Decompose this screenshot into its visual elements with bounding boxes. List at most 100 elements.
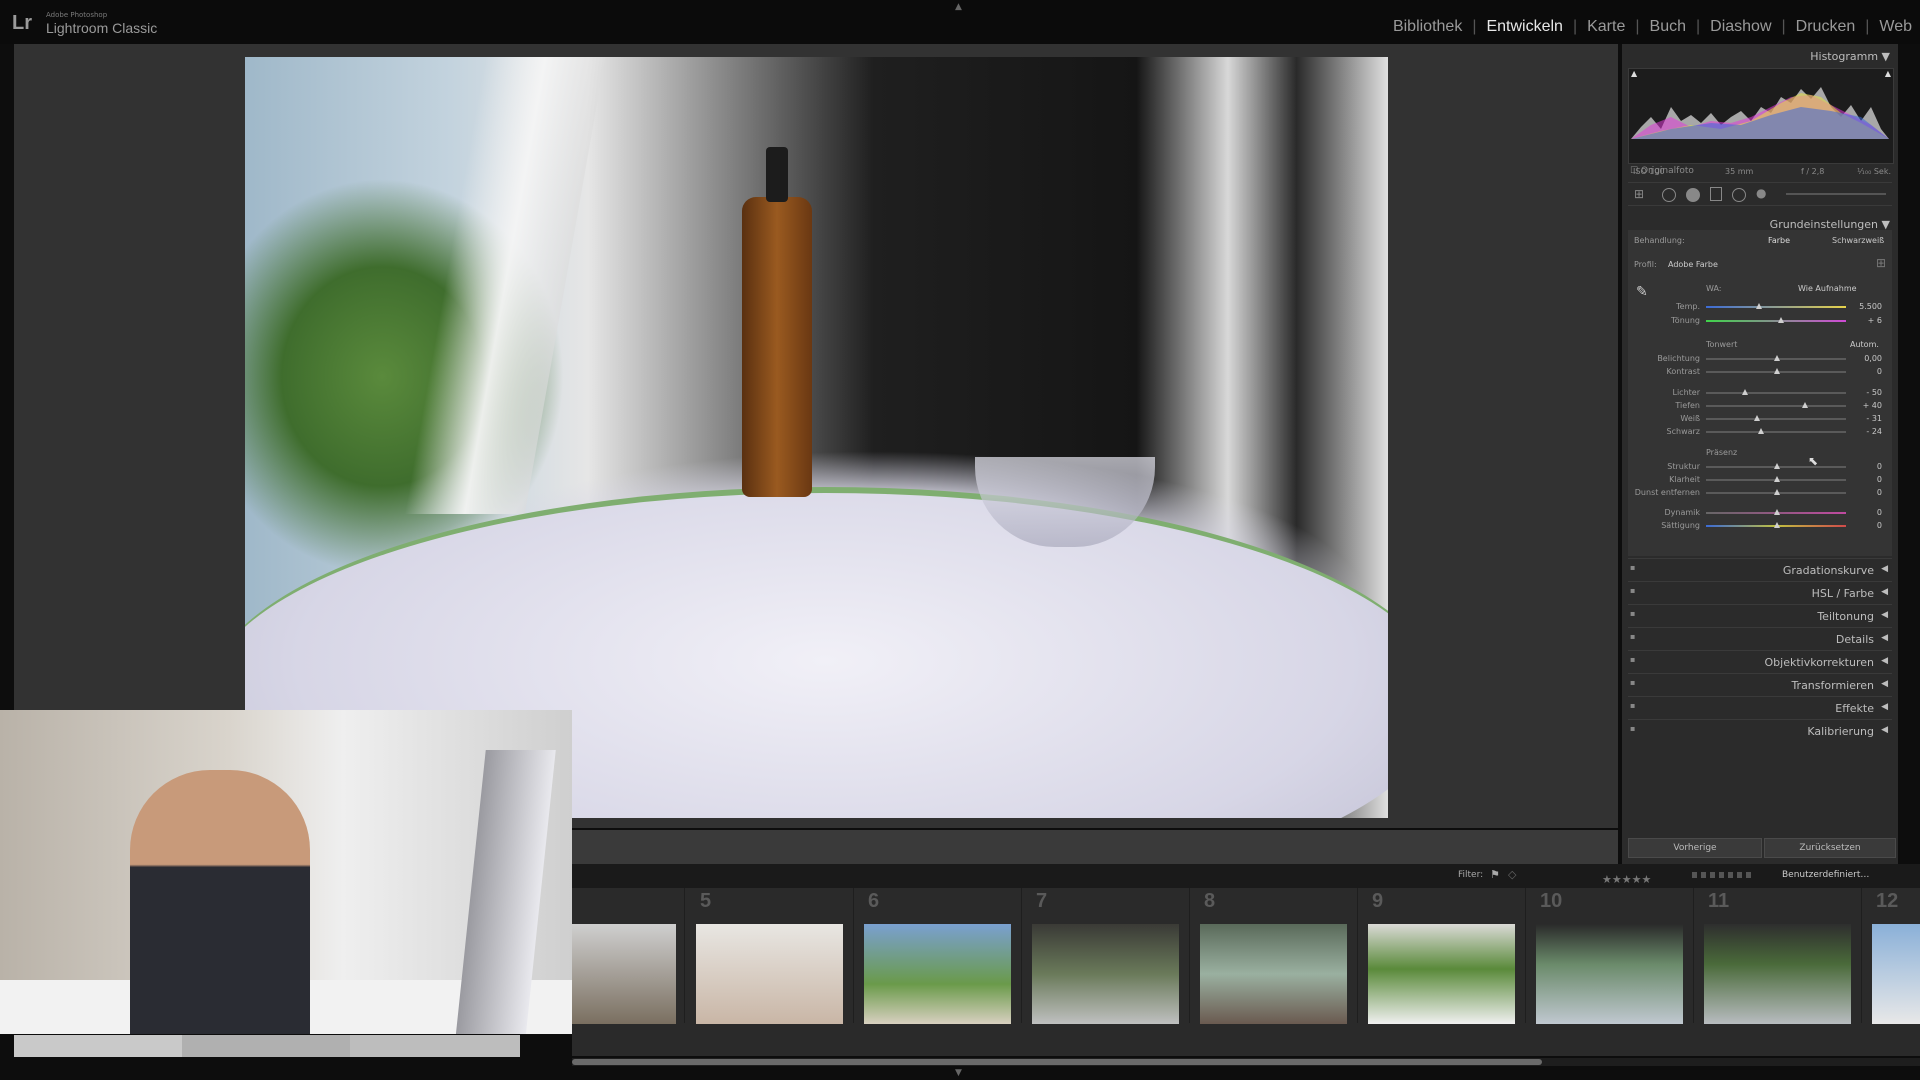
- star-icon[interactable]: ★: [1642, 873, 1652, 886]
- saturation-slider[interactable]: [1706, 522, 1846, 528]
- vibrance-knob[interactable]: [1774, 509, 1780, 515]
- flag-filter-icon[interactable]: ⚑: [1490, 868, 1500, 881]
- thumbnail[interactable]: [696, 924, 843, 1024]
- highlight-clipping-icon[interactable]: ▲: [1885, 69, 1891, 78]
- highlights-knob[interactable]: [1742, 389, 1748, 395]
- tint-slider[interactable]: [1706, 317, 1846, 323]
- module-diashow[interactable]: Diashow: [1706, 18, 1775, 36]
- shadows-knob[interactable]: [1802, 402, 1808, 408]
- dehaze-slider[interactable]: [1706, 489, 1846, 495]
- blacks-slider[interactable]: [1706, 428, 1846, 434]
- histogram-title[interactable]: Histogramm ▼: [1810, 50, 1890, 63]
- section-toggle-icon[interactable]: ▪: [1630, 563, 1635, 572]
- profile-select[interactable]: Adobe Farbe: [1668, 260, 1718, 269]
- color-label-filter[interactable]: [1692, 872, 1752, 878]
- thumbnail[interactable]: [864, 924, 1011, 1024]
- wb-eyedropper-icon[interactable]: ✎: [1636, 284, 1648, 300]
- section-hsl[interactable]: ▪ HSL / Farbe ◀: [1628, 581, 1892, 604]
- section-tone-curve[interactable]: ▪ Gradationskurve ◀: [1628, 558, 1892, 581]
- filmstrip-cell[interactable]: 10: [1526, 888, 1694, 1024]
- temp-value[interactable]: 5.500: [1859, 302, 1882, 311]
- exposure-slider[interactable]: [1706, 355, 1846, 361]
- clarity-slider[interactable]: [1706, 476, 1846, 482]
- rating-filter-icon[interactable]: ★★★★★: [1602, 868, 1651, 887]
- crop-tool-icon[interactable]: ⊞: [1634, 187, 1644, 201]
- radial-filter-icon[interactable]: [1732, 188, 1746, 202]
- thumbnail[interactable]: [572, 924, 676, 1024]
- tint-value[interactable]: + 6: [1868, 316, 1882, 325]
- wb-select[interactable]: Wie Aufnahme: [1798, 284, 1857, 293]
- thumbnail[interactable]: [1536, 924, 1683, 1024]
- auto-tone-button[interactable]: Autom.: [1850, 340, 1879, 349]
- section-toggle-icon[interactable]: ▪: [1630, 586, 1635, 595]
- highlights-slider[interactable]: [1706, 389, 1846, 395]
- brush-slider[interactable]: [1786, 193, 1886, 195]
- thumbnail[interactable]: [1032, 924, 1179, 1024]
- section-details[interactable]: ▪ Details ◀: [1628, 627, 1892, 650]
- contrast-knob[interactable]: [1774, 368, 1780, 374]
- module-web[interactable]: Web: [1875, 18, 1916, 36]
- clarity-knob[interactable]: [1774, 476, 1780, 482]
- contrast-slider[interactable]: [1706, 368, 1846, 374]
- treatment-color-button[interactable]: Farbe: [1768, 236, 1790, 245]
- filmstrip-cell[interactable]: 8: [1190, 888, 1358, 1024]
- thumbnail[interactable]: [1200, 924, 1347, 1024]
- saturation-value[interactable]: 0: [1877, 521, 1882, 530]
- section-toggle-icon[interactable]: ▪: [1630, 632, 1635, 641]
- blacks-knob[interactable]: [1758, 428, 1764, 434]
- module-drucken[interactable]: Drucken: [1792, 18, 1860, 36]
- module-karte[interactable]: Karte: [1583, 18, 1629, 36]
- vibrance-slider[interactable]: [1706, 509, 1846, 515]
- section-transform[interactable]: ▪ Transformieren ◀: [1628, 673, 1892, 696]
- blacks-value[interactable]: - 24: [1866, 427, 1882, 436]
- star-icon[interactable]: ★: [1622, 873, 1632, 886]
- histogram[interactable]: ▲ ▲ ISO 100 35 mm f / 2,8 ⅟₁₀₀ Sek.: [1628, 68, 1894, 176]
- texture-value[interactable]: 0: [1877, 462, 1882, 471]
- whites-slider[interactable]: [1706, 415, 1846, 421]
- section-toggle-icon[interactable]: ▪: [1630, 701, 1635, 710]
- treatment-bw-button[interactable]: Schwarzweiß: [1832, 236, 1884, 245]
- section-toggle-icon[interactable]: ▪: [1630, 609, 1635, 618]
- filmstrip-cell[interactable]: 12: [1862, 888, 1920, 1024]
- shadows-slider[interactable]: [1706, 402, 1846, 408]
- shadow-clipping-icon[interactable]: ▲: [1631, 69, 1637, 78]
- dehaze-knob[interactable]: [1774, 489, 1780, 495]
- unflag-filter-icon[interactable]: ◇: [1508, 868, 1516, 881]
- exposure-knob[interactable]: [1774, 355, 1780, 361]
- section-toggle-icon[interactable]: ▪: [1630, 678, 1635, 687]
- highlights-value[interactable]: - 50: [1866, 388, 1882, 397]
- original-photo-checkbox[interactable]: ☐ Originalfoto: [1630, 166, 1694, 176]
- vibrance-value[interactable]: 0: [1877, 508, 1882, 517]
- saturation-knob[interactable]: [1774, 522, 1780, 528]
- section-toggle-icon[interactable]: ▪: [1630, 655, 1635, 664]
- whites-knob[interactable]: [1754, 415, 1760, 421]
- filmstrip-cell[interactable]: 6: [854, 888, 1022, 1024]
- star-icon[interactable]: ★: [1602, 873, 1612, 886]
- red-eye-icon[interactable]: [1686, 188, 1700, 202]
- filmstrip-scroll-thumb[interactable]: [572, 1059, 1542, 1065]
- section-split-toning[interactable]: ▪ Teiltonung ◀: [1628, 604, 1892, 627]
- section-effects[interactable]: ▪ Effekte ◀: [1628, 696, 1892, 719]
- star-icon[interactable]: ★: [1632, 873, 1642, 886]
- temp-slider[interactable]: [1706, 303, 1846, 309]
- profile-browser-icon[interactable]: ⊞: [1876, 256, 1886, 270]
- tint-knob[interactable]: [1778, 317, 1784, 323]
- contrast-value[interactable]: 0: [1877, 367, 1882, 376]
- dehaze-value[interactable]: 0: [1877, 488, 1882, 497]
- spot-removal-icon[interactable]: [1662, 188, 1676, 202]
- filmstrip-cell[interactable]: 5: [686, 888, 854, 1024]
- filmstrip-cell[interactable]: 11: [1694, 888, 1862, 1024]
- graduated-filter-icon[interactable]: [1710, 187, 1722, 201]
- exposure-value[interactable]: 0,00: [1864, 354, 1882, 363]
- filter-preset-select[interactable]: Benutzerdefiniert…: [1782, 870, 1869, 880]
- filmstrip-cell[interactable]: 9: [1358, 888, 1526, 1024]
- thumbnail[interactable]: [1704, 924, 1851, 1024]
- collapse-bottom-panel-icon[interactable]: ▼: [955, 1068, 962, 1078]
- module-buch[interactable]: Buch: [1646, 18, 1690, 36]
- shadows-value[interactable]: + 40: [1863, 401, 1882, 410]
- clarity-value[interactable]: 0: [1877, 475, 1882, 484]
- texture-slider[interactable]: [1706, 463, 1846, 469]
- filmstrip-cell[interactable]: 7: [1022, 888, 1190, 1024]
- section-toggle-icon[interactable]: ▪: [1630, 724, 1635, 733]
- reset-button[interactable]: Zurücksetzen: [1764, 838, 1896, 858]
